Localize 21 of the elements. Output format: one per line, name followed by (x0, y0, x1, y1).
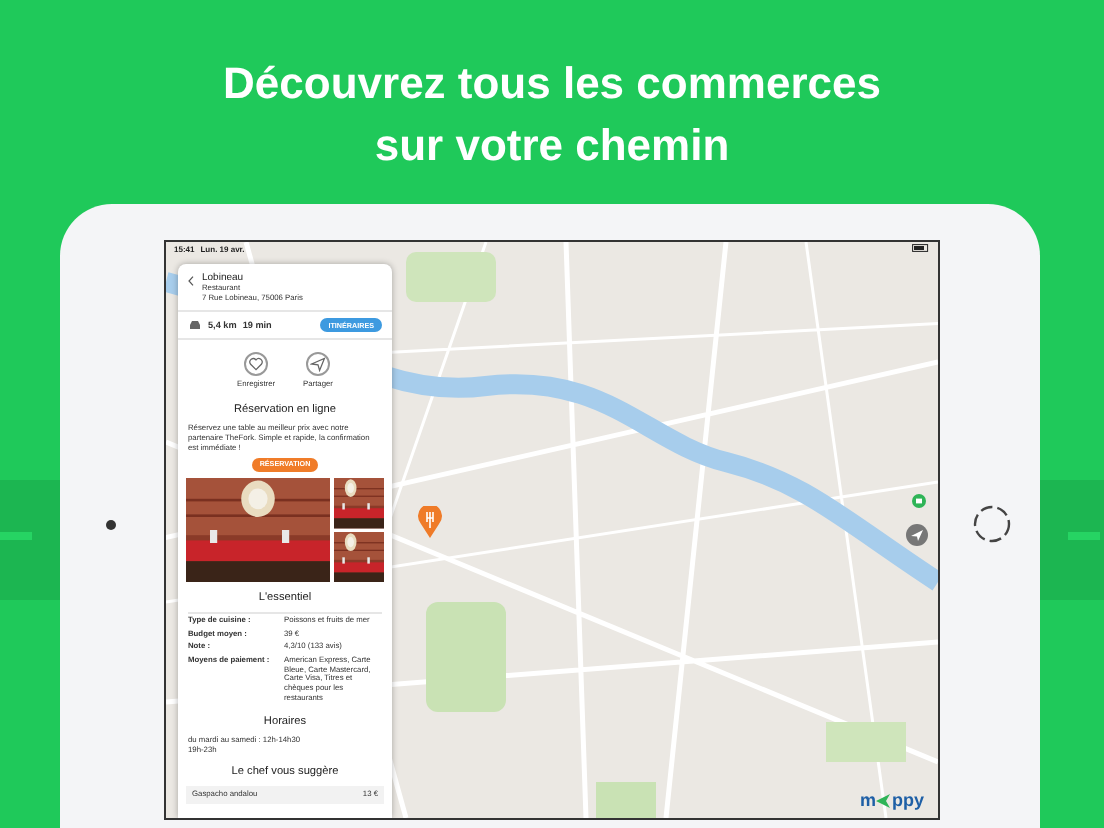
heart-icon (248, 356, 265, 373)
park (596, 782, 656, 818)
headline: Découvrez tous les commerces (223, 56, 881, 112)
paper-plane-icon (310, 356, 327, 373)
location-button-icon[interactable] (906, 524, 928, 546)
arrow-icon (876, 793, 891, 807)
bus-stop-icon (912, 494, 926, 508)
car-icon (188, 320, 202, 331)
park (426, 602, 506, 712)
headline: sur votre chemin (374, 118, 730, 174)
battery-icon (912, 244, 930, 252)
park (406, 252, 496, 302)
logo-text: m (859, 790, 876, 810)
camera-icon (106, 520, 116, 530)
logo-text: ppy (891, 790, 924, 810)
spinner-icon (972, 504, 1012, 544)
back-icon[interactable] (188, 276, 194, 286)
action-button[interactable] (244, 352, 269, 377)
action-button[interactable] (306, 352, 331, 377)
restaurant-pin-icon (418, 506, 442, 538)
park (826, 722, 906, 762)
